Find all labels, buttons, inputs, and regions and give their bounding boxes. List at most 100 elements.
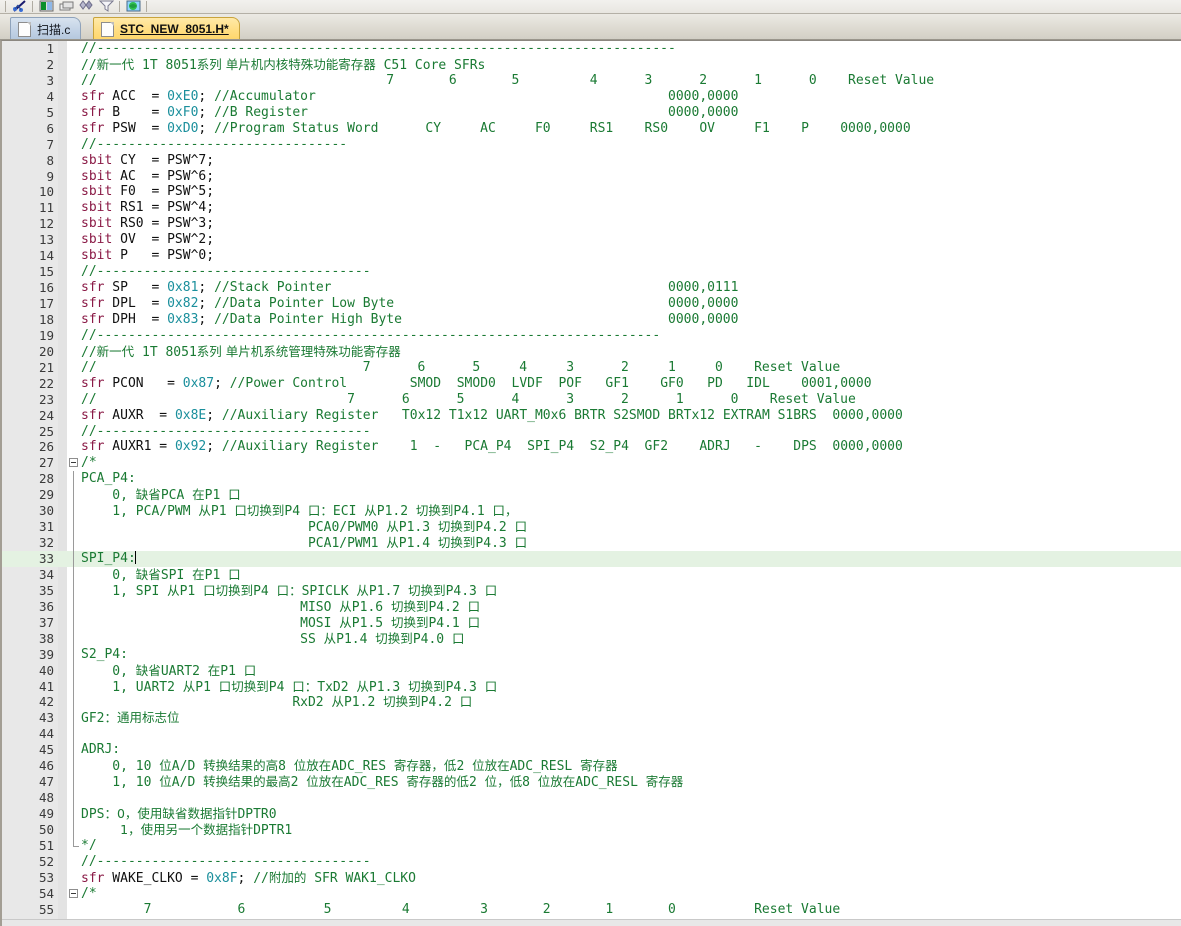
line-number: 8 [46, 152, 54, 168]
code-token: 从 [364, 503, 377, 519]
code-line-text: //-------------------------------- [81, 137, 347, 153]
code-line[interactable]: 53 sfr WAKE_CLKO = 0x8F; //附加的 SFR WAK1_C… [2, 870, 1181, 886]
code-line[interactable]: 47 1, 10 位A/D 转换结果的最高2 位放在ADC_RES 寄存器的低2… [2, 774, 1181, 790]
code-token: RxD2 [81, 695, 332, 711]
code-token: P4 [284, 504, 308, 520]
code-line[interactable]: 49 DPS：0，使用缺省数据指针DPTR0 [2, 806, 1181, 822]
code-line[interactable]: 28 PCA_P4: [2, 471, 1181, 488]
code-line[interactable]: 6 sfr PSW = 0xD0; //Program Status Word C… [2, 121, 1181, 137]
code-line[interactable]: 1 //-------------------------------------… [2, 41, 1181, 57]
code-line-text: /* [81, 886, 97, 902]
code-line[interactable]: 39 S2_P4: [2, 646, 1181, 663]
code-token: AUXR1 = [104, 439, 175, 455]
code-editor[interactable]: 1 //-------------------------------------… [0, 40, 1181, 926]
code-line[interactable]: 26 sfr AUXR1 = 0x92; //Auxiliary Register… [2, 439, 1181, 455]
code-line[interactable]: 2 //新一代 1T 8051系列 单片机内核特殊功能寄存器 C51 Core S… [2, 57, 1181, 73]
code-line-text: sbit RS1 = PSW^4; [81, 200, 214, 216]
code-line[interactable]: 14 sbit P = PSW^0; [2, 248, 1181, 264]
code-line[interactable]: 4 sfr ACC = 0xE0; //Accumulator 0000,0000 [2, 89, 1181, 105]
fold-collapse-icon[interactable] [69, 458, 78, 468]
code-token: P4.1 [428, 615, 468, 631]
code-line[interactable]: 3 // 7 6 5 4 3 2 1 0 Reset Value [2, 73, 1181, 89]
globe-icon[interactable] [123, 0, 143, 13]
code-token: P4.2 [428, 599, 468, 615]
code-line[interactable]: 15 //----------------------------------- [2, 264, 1181, 280]
diamonds-icon-svg [78, 0, 93, 10]
code-token: P4.0 [412, 631, 452, 647]
code-line[interactable]: 51 */ [2, 837, 1181, 854]
code-line[interactable]: 55 7 6 5 4 3 2 1 0 Reset Value [2, 902, 1181, 918]
code-line[interactable]: 9 sbit AC = PSW^6; [2, 169, 1181, 185]
code-token: 1，使用另一个数据指针 [120, 821, 254, 837]
code-line[interactable]: 42 RxD2 从P1.2 切换到P4.2 口 [2, 694, 1181, 710]
code-token: P4.1 [453, 504, 493, 520]
code-token: sfr [81, 104, 105, 120]
code-line[interactable]: 17 sfr DPL = 0x82; //Data Pointer Low Byt… [2, 296, 1181, 312]
horizontal-scrollbar[interactable] [2, 919, 1181, 926]
code-line[interactable]: 38 SS 从P1.4 切换到P4.0 口 [2, 630, 1181, 647]
code-line[interactable]: 20 //新一代 1T 8051系列 单片机系统管理特殊功能寄存器 [2, 344, 1181, 360]
code-line[interactable]: 36 MISO 从P1.6 切换到P4.2 口 [2, 598, 1181, 616]
code-line[interactable]: 27 /* [2, 455, 1181, 471]
code-line[interactable]: 35 1, SPI 从P1 口切换到P4 口：SPICLK 从P1.7 切换到P… [2, 582, 1181, 599]
code-line[interactable]: 24 sfr AUXR = 0x8E; //Auxiliary Register … [2, 408, 1181, 424]
code-line[interactable]: 52 //----------------------------------- [2, 854, 1181, 870]
code-line[interactable]: 21 // 7 6 5 4 3 2 1 0 Reset Value [2, 360, 1181, 376]
code-lines-container[interactable]: 1 //-------------------------------------… [2, 41, 1181, 926]
code-line[interactable]: 22 sfr PCON = 0x87; //Power Control SMOD … [2, 376, 1181, 392]
code-line[interactable]: 46 0, 10 位A/D 转换结果的高8 位放在ADC_RES 寄存器，低2 … [2, 758, 1181, 774]
code-line[interactable]: 13 sbit OV = PSW^2; [2, 232, 1181, 248]
code-line[interactable]: 11 sbit RS1 = PSW^4; [2, 200, 1181, 216]
code-line[interactable]: 29 0, 缺省PCA 在P1 口 [2, 487, 1181, 503]
code-line[interactable]: 40 0, 缺省UART2 在P1 口 [2, 662, 1181, 679]
line-number: 28 [38, 471, 54, 487]
tab-stc-new-8051-h[interactable]: STC_NEW_8051.H* [93, 17, 240, 39]
code-line[interactable]: 50 1，使用另一个数据指针DPTR1 [2, 821, 1181, 838]
code-token: sbit [81, 152, 113, 168]
code-token: MOSI [81, 615, 340, 631]
code-line[interactable]: 7 //-------------------------------- [2, 137, 1181, 153]
code-line-text: sfr AUXR1 = 0x92; //Auxiliary Register 1… [81, 439, 903, 455]
code-line[interactable]: 31 PCA0/PWM0 从P1.3 切换到P4.2 口 [2, 519, 1181, 535]
network-branch-icon[interactable] [9, 0, 29, 13]
funnel-filter-icon-svg [98, 0, 114, 12]
code-token: 寄存器的低 [406, 774, 469, 790]
code-line[interactable]: 43 GF2：通用标志位 [2, 710, 1181, 726]
code-line[interactable]: 23 // 7 6 5 4 3 2 1 0 Reset Value [2, 392, 1181, 408]
code-line[interactable]: 8 sbit CY = PSW^7; [2, 153, 1181, 169]
code-line[interactable]: 19 //------------------------------------… [2, 328, 1181, 344]
code-token: //--------------------------------------… [81, 41, 676, 56]
fold-guide-line [73, 582, 74, 599]
code-line[interactable]: 44 [2, 726, 1181, 743]
code-line[interactable]: 18 sfr DPH = 0x83; //Data Pointer High By… [2, 312, 1181, 328]
code-line[interactable]: 45 ADRJ: [2, 742, 1181, 759]
funnel-filter-icon[interactable] [96, 0, 116, 13]
code-token: 缺省 [135, 566, 161, 582]
code-line[interactable]: 34 0, 缺省SPI 在P1 口 [2, 566, 1181, 583]
code-line[interactable]: 32 PCA1/PWM1 从P1.4 切换到P4.3 口 [2, 535, 1181, 551]
tab-scan-c[interactable]: 扫描.c [10, 17, 82, 39]
code-line[interactable]: 33 SPI_P4: [2, 551, 1181, 567]
code-line[interactable]: 54 /* [2, 886, 1181, 902]
code-line[interactable]: 48 [2, 790, 1181, 806]
code-line[interactable]: 16 sfr SP = 0x81; //Stack Pointer 0000,01… [2, 280, 1181, 296]
code-line[interactable]: 5 sfr B = 0xF0; //B Register 0000,0000 [2, 105, 1181, 121]
code-token: sfr [81, 439, 105, 455]
code-line[interactable]: 12 sbit RS0 = PSW^3; [2, 216, 1181, 232]
code-line-text: MISO 从P1.6 切换到P4.2 口 [81, 599, 480, 616]
code-line[interactable]: 25 //----------------------------------- [2, 424, 1181, 440]
code-token: ; [206, 407, 222, 423]
line-number: 3 [46, 72, 54, 88]
fold-collapse-icon[interactable] [69, 888, 78, 898]
diamonds-icon[interactable] [76, 0, 96, 13]
line-number: 32 [38, 535, 54, 551]
code-line[interactable]: 37 MOSI 从P1.5 切换到P4.1 口 [2, 614, 1181, 631]
color-swatch-icon[interactable] [36, 0, 56, 13]
code-line[interactable]: 30 1, PCA/PWM 从P1 口切换到P4 口：ECI 从P1.2 切换到… [2, 503, 1181, 519]
code-line[interactable]: 41 1, UART2 从P1 口切换到P4 口：TxD2 从P1.3 切换到P… [2, 678, 1181, 695]
code-line[interactable]: 10 sbit F0 = PSW^5; [2, 184, 1181, 200]
code-token: P1 [210, 504, 235, 520]
code-token: //----------------------------------- [81, 264, 371, 280]
stack-layers-icon[interactable] [56, 0, 76, 13]
code-token: sfr [81, 296, 105, 311]
